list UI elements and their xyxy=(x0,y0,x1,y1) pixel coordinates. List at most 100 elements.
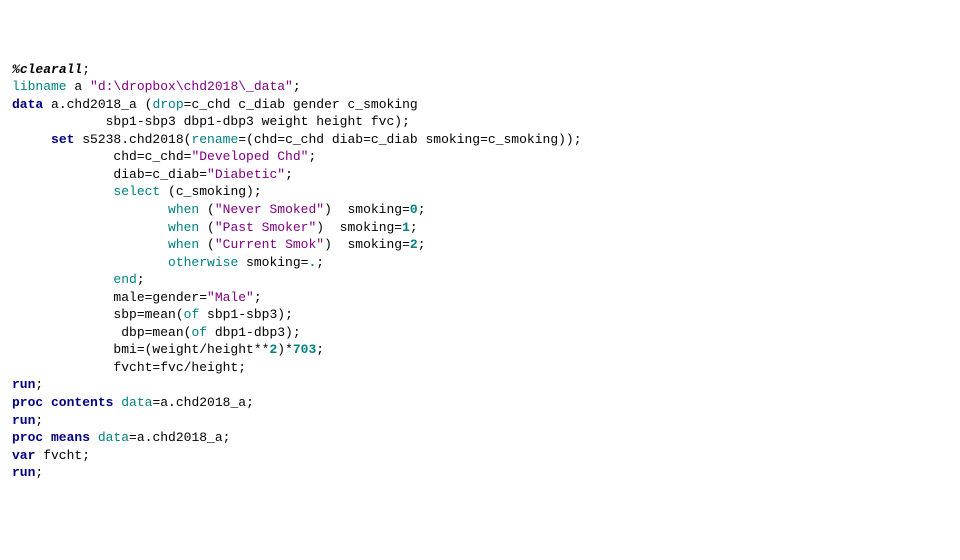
token-plain: ; xyxy=(316,342,324,357)
token-plain: ; xyxy=(285,167,293,182)
token-kw: var xyxy=(12,448,35,463)
code-line: dbp=mean(of dbp1-dbp3); xyxy=(12,324,948,342)
token-plain: smoking= xyxy=(238,255,308,270)
token-opt: data xyxy=(121,395,152,410)
code-line: data a.chd2018_a (drop=c_chd c_diab gend… xyxy=(12,96,948,114)
token-plain xyxy=(12,202,168,217)
code-line: proc means data=a.chd2018_a; xyxy=(12,429,948,447)
token-plain xyxy=(12,184,113,199)
token-opt: when xyxy=(168,202,199,217)
code-line: end; xyxy=(12,271,948,289)
token-plain: ) smoking= xyxy=(316,220,402,235)
code-line: run; xyxy=(12,376,948,394)
token-str: "Current Smok" xyxy=(215,237,324,252)
code-line: sbp1-sbp3 dbp1-dbp3 weight height fvc); xyxy=(12,113,948,131)
token-plain: ; xyxy=(308,149,316,164)
token-plain: sbp=mean( xyxy=(12,307,184,322)
token-plain xyxy=(12,220,168,235)
token-opt: when xyxy=(168,237,199,252)
token-kw: data xyxy=(12,97,43,112)
token-plain: ) smoking= xyxy=(324,202,410,217)
token-plain: bmi=(weight/height** xyxy=(12,342,269,357)
code-line: run; xyxy=(12,412,948,430)
code-line: when ("Never Smoked") smoking=0; xyxy=(12,201,948,219)
code-line: %clearall; xyxy=(12,61,948,79)
code-line: otherwise smoking=.; xyxy=(12,254,948,272)
code-line: var fvcht; xyxy=(12,447,948,465)
token-kw: run xyxy=(12,377,35,392)
token-kw: proc contents xyxy=(12,395,113,410)
token-plain: sbp1-sbp3 dbp1-dbp3 weight height fvc); xyxy=(12,114,410,129)
token-plain: ; xyxy=(82,62,90,77)
token-plain: ( xyxy=(199,220,215,235)
token-num: 1 xyxy=(402,220,410,235)
token-plain: male=gender= xyxy=(12,290,207,305)
token-plain: ; xyxy=(35,413,43,428)
token-plain: ; xyxy=(35,377,43,392)
token-opt: rename xyxy=(191,132,238,147)
code-line: select (c_smoking); xyxy=(12,183,948,201)
token-macro: clearall xyxy=(20,62,82,77)
token-opt: libname xyxy=(12,79,67,94)
token-opt: when xyxy=(168,220,199,235)
token-plain: ; xyxy=(254,290,262,305)
token-kw: run xyxy=(12,465,35,480)
token-str: "Developed Chd" xyxy=(191,149,308,164)
token-str: "Male" xyxy=(207,290,254,305)
token-plain: ( xyxy=(199,237,215,252)
code-line: when ("Current Smok") smoking=2; xyxy=(12,236,948,254)
token-plain xyxy=(12,272,113,287)
token-plain: =c_chd c_diab gender c_smoking xyxy=(184,97,418,112)
token-str: "d:\dropbox\chd2018\_data" xyxy=(90,79,293,94)
code-line: proc contents data=a.chd2018_a; xyxy=(12,394,948,412)
code-line: run; xyxy=(12,464,948,482)
token-plain: sbp1-sbp3); xyxy=(199,307,293,322)
sas-code-block: %clearall;libname a "d:\dropbox\chd2018\… xyxy=(12,61,948,482)
token-plain: dbp=mean( xyxy=(12,325,191,340)
token-str: "Never Smoked" xyxy=(215,202,324,217)
token-plain: s5238.chd2018( xyxy=(74,132,191,147)
token-plain: chd=c_chd= xyxy=(12,149,191,164)
token-str: "Diabetic" xyxy=(207,167,285,182)
token-macro: % xyxy=(12,62,20,77)
code-line: when ("Past Smoker") smoking=1; xyxy=(12,219,948,237)
token-plain: dbp1-dbp3); xyxy=(207,325,301,340)
token-plain xyxy=(12,132,51,147)
code-line: libname a "d:\dropbox\chd2018\_data"; xyxy=(12,78,948,96)
token-plain: fvcht=fvc/height; xyxy=(12,360,246,375)
token-kw: proc means xyxy=(12,430,90,445)
token-plain: diab=c_diab= xyxy=(12,167,207,182)
token-plain: ; xyxy=(418,237,426,252)
token-plain: fvcht; xyxy=(35,448,90,463)
token-num: 703 xyxy=(293,342,316,357)
token-plain: )* xyxy=(277,342,293,357)
token-num: 0 xyxy=(410,202,418,217)
token-plain: ( xyxy=(199,202,215,217)
token-plain xyxy=(90,430,98,445)
token-kw: set xyxy=(51,132,74,147)
code-line: diab=c_diab="Diabetic"; xyxy=(12,166,948,184)
token-plain: ; xyxy=(35,465,43,480)
token-plain xyxy=(12,255,168,270)
token-plain: ; xyxy=(418,202,426,217)
token-plain: ; xyxy=(137,272,145,287)
code-line: male=gender="Male"; xyxy=(12,289,948,307)
token-plain: a xyxy=(67,79,90,94)
token-kw: run xyxy=(12,413,35,428)
token-plain: =a.chd2018_a; xyxy=(152,395,253,410)
token-opt: of xyxy=(191,325,207,340)
token-plain: ; xyxy=(410,220,418,235)
token-num: 2 xyxy=(410,237,418,252)
token-plain: =a.chd2018_a; xyxy=(129,430,230,445)
token-plain: ) smoking= xyxy=(324,237,410,252)
token-plain: =(chd=c_chd diab=c_diab smoking=c_smokin… xyxy=(238,132,581,147)
token-opt: of xyxy=(184,307,200,322)
code-line: chd=c_chd="Developed Chd"; xyxy=(12,148,948,166)
code-line: fvcht=fvc/height; xyxy=(12,359,948,377)
token-plain: ; xyxy=(316,255,324,270)
code-line: set s5238.chd2018(rename=(chd=c_chd diab… xyxy=(12,131,948,149)
code-line: sbp=mean(of sbp1-sbp3); xyxy=(12,306,948,324)
token-opt: end xyxy=(113,272,136,287)
token-opt: otherwise xyxy=(168,255,238,270)
token-str: "Past Smoker" xyxy=(215,220,316,235)
